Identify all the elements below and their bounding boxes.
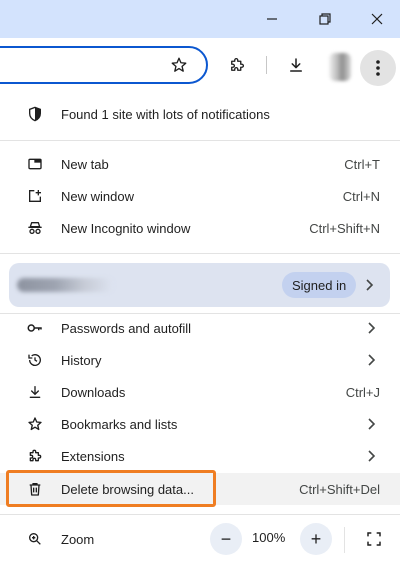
zoom-out-button[interactable]: − bbox=[210, 523, 242, 555]
notification-row[interactable]: Found 1 site with lots of notifications bbox=[0, 98, 400, 130]
download-icon bbox=[26, 383, 44, 401]
close-icon bbox=[371, 13, 383, 25]
history-icon bbox=[26, 351, 44, 369]
notification-label: Found 1 site with lots of notifications bbox=[61, 106, 270, 122]
shortcut-label: Ctrl+Shift+Del bbox=[299, 481, 380, 497]
extensions-button[interactable] bbox=[221, 49, 253, 81]
menu-item-new-incognito-window[interactable]: New Incognito window Ctrl+Shift+N bbox=[0, 212, 400, 244]
zoom-icon bbox=[26, 530, 44, 548]
menu-item-label: New Incognito window bbox=[61, 220, 191, 236]
puzzle-icon bbox=[26, 447, 44, 465]
menu-item-label: New window bbox=[61, 188, 134, 204]
zoom-row: Zoom bbox=[0, 523, 400, 555]
profile-avatar[interactable] bbox=[329, 53, 351, 81]
chevron-right-icon bbox=[368, 450, 376, 462]
profile-row[interactable]: Signed in bbox=[9, 263, 390, 307]
profile-name bbox=[17, 278, 113, 292]
bookmark-star-button[interactable] bbox=[163, 49, 195, 81]
shortcut-label: Ctrl+N bbox=[342, 188, 380, 204]
menu-item-label: Downloads bbox=[61, 384, 126, 400]
restore-icon bbox=[319, 13, 331, 25]
menu-divider bbox=[0, 253, 400, 254]
zoom-in-button[interactable]: + bbox=[300, 523, 332, 555]
zoom-label: Zoom bbox=[61, 531, 95, 547]
chevron-right-icon bbox=[368, 354, 376, 366]
menu-divider bbox=[0, 140, 400, 141]
restore-button[interactable] bbox=[303, 0, 347, 38]
minimize-button[interactable] bbox=[250, 0, 294, 38]
minimize-icon bbox=[267, 18, 277, 20]
shortcut-label: Ctrl+J bbox=[345, 384, 380, 400]
menu-item-history[interactable]: History bbox=[0, 344, 400, 376]
menu-item-label: Passwords and autofill bbox=[61, 320, 192, 336]
menu-item-extensions[interactable]: Extensions bbox=[0, 440, 400, 472]
title-bar bbox=[0, 0, 400, 38]
menu-button[interactable] bbox=[360, 50, 396, 86]
menu-item-label: Extensions bbox=[61, 448, 125, 464]
signed-in-badge: Signed in bbox=[282, 272, 357, 298]
zoom-level: 100% bbox=[252, 530, 286, 545]
key-icon bbox=[26, 319, 44, 337]
fullscreen-icon bbox=[367, 532, 381, 546]
close-button[interactable] bbox=[355, 0, 399, 38]
menu-divider bbox=[0, 514, 400, 515]
menu-item-bookmarks[interactable]: Bookmarks and lists bbox=[0, 408, 400, 440]
menu-item-new-window[interactable]: New window Ctrl+N bbox=[0, 180, 400, 212]
kebab-icon bbox=[376, 60, 380, 76]
shield-icon bbox=[26, 105, 44, 123]
chevron-right-icon bbox=[368, 322, 376, 334]
downloads-button[interactable] bbox=[280, 49, 312, 81]
toolbar-divider bbox=[266, 56, 267, 74]
menu-item-label: New tab bbox=[61, 156, 109, 172]
star-icon bbox=[26, 415, 44, 433]
shortcut-label: Ctrl+Shift+N bbox=[309, 220, 380, 236]
annotation-highlight-box bbox=[6, 470, 216, 507]
new-tab-icon bbox=[26, 155, 44, 173]
star-icon bbox=[171, 57, 187, 72]
chevron-right-icon bbox=[366, 279, 374, 291]
chevron-right-icon bbox=[368, 418, 376, 430]
menu-item-new-tab[interactable]: New tab Ctrl+T bbox=[0, 148, 400, 180]
fullscreen-button[interactable] bbox=[358, 523, 390, 555]
shortcut-label: Ctrl+T bbox=[344, 156, 380, 172]
menu-item-label: History bbox=[61, 352, 102, 368]
incognito-icon bbox=[26, 219, 44, 237]
download-icon bbox=[290, 58, 302, 72]
puzzle-icon bbox=[231, 58, 244, 71]
menu-item-label: Bookmarks and lists bbox=[61, 416, 178, 432]
new-window-icon bbox=[26, 187, 44, 205]
menu-item-downloads[interactable]: Downloads Ctrl+J bbox=[0, 376, 400, 408]
menu-item-passwords[interactable]: Passwords and autofill bbox=[0, 312, 400, 344]
zoom-divider bbox=[344, 527, 345, 553]
